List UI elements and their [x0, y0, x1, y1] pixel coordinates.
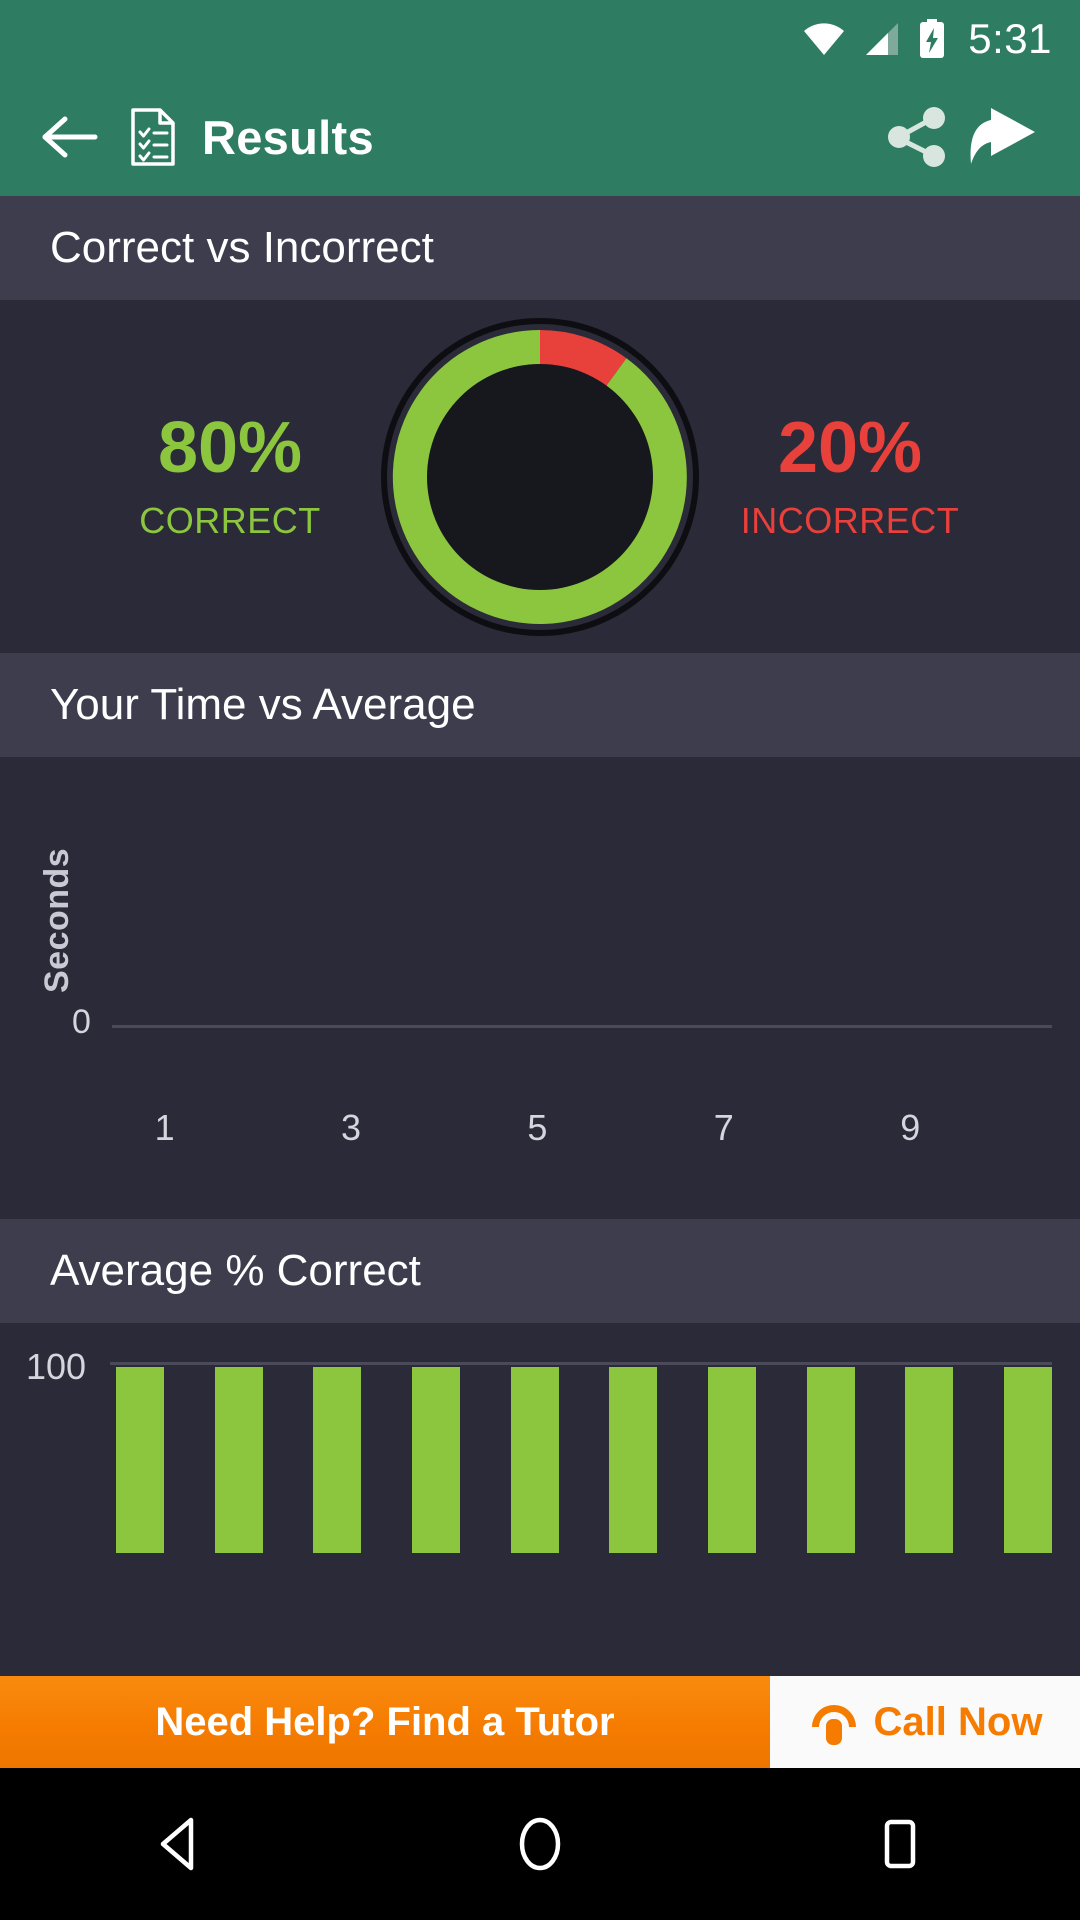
- call-now-button[interactable]: Call Now: [770, 1676, 1080, 1768]
- section-title: Average % Correct: [50, 1246, 421, 1295]
- time-chart-x-tick: 9: [900, 1107, 921, 1148]
- section-title: Your Time vs Average: [50, 680, 476, 729]
- page-title: Results: [202, 110, 374, 164]
- time-chart-x-tick: [398, 1107, 491, 1149]
- wifi-icon: [802, 21, 846, 57]
- incorrect-percent: 20%: [777, 407, 923, 488]
- phone-icon: [811, 1705, 856, 1745]
- avg-chart-bars: [116, 1367, 1052, 1553]
- nav-home-button[interactable]: [465, 1768, 615, 1920]
- correct-incorrect-donut-chart: [375, 312, 705, 642]
- ad-headline-area[interactable]: Need Help? Find a Tutor: [0, 1676, 770, 1768]
- status-bar-time: 5:31: [968, 15, 1052, 62]
- time-chart-axis-line: [112, 1025, 1052, 1028]
- section-header-average-correct: Average % Correct: [0, 1219, 1080, 1323]
- share-icon: [888, 107, 945, 167]
- avg-correct-bar: [313, 1367, 362, 1553]
- time-chart-bars: [118, 885, 1050, 1025]
- avg-correct-bar: [214, 1367, 263, 1553]
- time-chart-x-ticks: 1 3 5 7 9: [118, 1107, 1050, 1149]
- app-toolbar: Results: [0, 78, 1080, 196]
- time-chart-x-tick: [584, 1107, 677, 1149]
- avg-correct-bar: [806, 1367, 855, 1553]
- incorrect-label: INCORRECT: [740, 499, 960, 541]
- ad-headline: Need Help? Find a Tutor: [155, 1699, 615, 1744]
- time-chart-x-tick: [211, 1107, 304, 1149]
- time-chart-x-tick: 5: [527, 1107, 548, 1148]
- avg-correct-bar: [609, 1367, 658, 1553]
- battery-charging-icon: [918, 19, 946, 59]
- nav-recents-button[interactable]: [825, 1768, 975, 1920]
- checklist-document-icon: [130, 108, 176, 166]
- avg-correct-bar: [411, 1367, 460, 1553]
- call-now-label: Call Now: [873, 1699, 1043, 1744]
- avg-correct-bar: [905, 1367, 954, 1553]
- next-button[interactable]: [960, 94, 1046, 180]
- cellular-signal-icon: [862, 21, 902, 57]
- time-chart-x-tick: 3: [340, 1107, 362, 1148]
- time-chart-y-tick-0: 0: [72, 1003, 91, 1041]
- ad-banner[interactable]: Need Help? Find a Tutor Call Now: [0, 1676, 1080, 1768]
- section-header-time-vs-average: Your Time vs Average: [0, 653, 1080, 757]
- avg-correct-bar: [1003, 1367, 1052, 1553]
- next-arrow-icon: [970, 108, 1035, 164]
- correct-percent: 80%: [157, 407, 303, 488]
- average-correct-chart: 100: [0, 1323, 1080, 1553]
- nav-back-icon: [160, 1817, 194, 1871]
- avg-correct-bar: [510, 1367, 559, 1553]
- nav-back-button[interactable]: [105, 1768, 255, 1920]
- status-bar: 5:31: [0, 0, 1080, 78]
- donut-chart-section: 80% CORRECT 20% INCORRECT: [0, 300, 1080, 653]
- android-navigation-bar: [0, 1768, 1080, 1920]
- time-chart-x-tick: 1: [154, 1107, 175, 1148]
- time-vs-average-chart: Seconds 0 1 3 5 7 9: [0, 757, 1080, 1219]
- nav-recents-icon: [884, 1819, 916, 1869]
- share-button[interactable]: [874, 94, 960, 180]
- avg-chart-grid-line: [110, 1362, 1052, 1365]
- correct-label: CORRECT: [139, 499, 321, 541]
- avg-correct-bar: [116, 1367, 164, 1553]
- back-arrow-icon: [42, 116, 98, 158]
- time-chart-x-tick: [770, 1107, 863, 1149]
- avg-correct-bar: [707, 1367, 756, 1553]
- section-header-correct-vs-incorrect: Correct vs Incorrect: [0, 196, 1080, 300]
- nav-home-icon: [519, 1817, 561, 1871]
- correct-stat: 80% CORRECT: [85, 412, 375, 542]
- section-title: Correct vs Incorrect: [50, 223, 434, 272]
- avg-chart-y-tick-100: 100: [26, 1346, 87, 1387]
- back-button[interactable]: [34, 101, 106, 173]
- time-chart-x-tick: 7: [713, 1107, 734, 1148]
- incorrect-stat: 20% INCORRECT: [705, 412, 995, 542]
- time-chart-y-axis-label: Seconds: [38, 847, 76, 993]
- time-chart-x-tick: [957, 1107, 1050, 1149]
